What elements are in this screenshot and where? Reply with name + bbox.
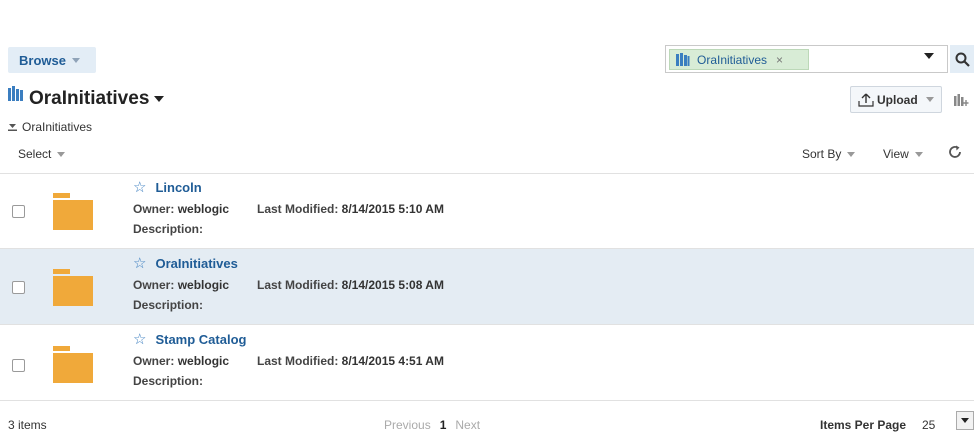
- items-per-page-dropdown[interactable]: [956, 411, 974, 430]
- refresh-icon[interactable]: [947, 144, 963, 160]
- sort-by-menu[interactable]: Sort By: [802, 147, 856, 161]
- folder-icon: [53, 269, 93, 306]
- view-menu[interactable]: View: [883, 147, 923, 161]
- chevron-down-icon: [71, 57, 80, 63]
- row-checkbox[interactable]: [12, 205, 25, 218]
- chevron-down-icon: [925, 97, 934, 102]
- current-page[interactable]: 1: [440, 418, 447, 432]
- item-link[interactable]: ☆ Stamp Catalog: [133, 332, 246, 347]
- divider: [0, 400, 974, 401]
- browse-label: Browse: [19, 52, 66, 68]
- item-name: Stamp Catalog: [155, 332, 247, 347]
- star-icon[interactable]: ☆: [133, 180, 146, 195]
- search-button[interactable]: [950, 45, 974, 73]
- description-field: Description:: [133, 374, 204, 388]
- search-scope-dropdown[interactable]: [924, 53, 934, 59]
- owner-field: Owner: weblogic: [133, 278, 230, 292]
- star-icon[interactable]: ☆: [133, 256, 146, 271]
- row-checkbox[interactable]: [12, 281, 25, 294]
- items-per-page-select[interactable]: 25: [922, 418, 935, 432]
- select-label: Select: [18, 147, 52, 161]
- chevron-down-icon: [961, 418, 969, 423]
- page-title[interactable]: OraInitiatives: [29, 88, 165, 110]
- owner-field: Owner: weblogic: [133, 202, 230, 216]
- library-icon: [8, 86, 23, 101]
- last-modified-field: Last Modified: 8/14/2015 5:10 AM: [257, 202, 444, 216]
- chevron-down-icon: [154, 96, 165, 102]
- browse-menu-button[interactable]: Browse: [8, 47, 96, 73]
- item-name: Lincoln: [155, 180, 202, 195]
- folder-icon: [53, 346, 93, 383]
- previous-page-link[interactable]: Previous: [384, 418, 431, 432]
- add-to-library-icon: [953, 93, 968, 106]
- breadcrumb: OraInitiatives: [8, 120, 92, 134]
- next-page-link[interactable]: Next: [455, 418, 480, 432]
- upload-label: Upload: [877, 92, 918, 107]
- description-field: Description:: [133, 298, 204, 312]
- chevron-down-icon: [914, 151, 923, 157]
- view-label: View: [883, 147, 909, 161]
- folder-icon: [53, 193, 93, 230]
- search-filter-chip[interactable]: OraInitiatives ×: [669, 49, 809, 70]
- description-field: Description:: [133, 222, 204, 236]
- page-title-text: OraInitiatives: [29, 88, 150, 109]
- item-name: OraInitiatives: [155, 256, 238, 271]
- search-chip-label: OraInitiatives: [697, 52, 768, 67]
- select-menu[interactable]: Select: [18, 147, 66, 161]
- close-icon[interactable]: ×: [776, 53, 783, 67]
- upload-icon: [858, 93, 874, 107]
- breadcrumb-item[interactable]: OraInitiatives: [22, 120, 92, 134]
- star-icon[interactable]: ☆: [133, 332, 146, 347]
- items-count: 3 items: [8, 418, 47, 432]
- item-link[interactable]: ☆ Lincoln: [133, 180, 202, 195]
- chevron-down-icon: [57, 151, 66, 157]
- collapse-arrow-icon[interactable]: [8, 123, 17, 132]
- folder-actions-button[interactable]: [949, 87, 973, 112]
- owner-field: Owner: weblogic: [133, 354, 230, 368]
- row-checkbox[interactable]: [12, 359, 25, 372]
- chevron-down-icon: [847, 151, 856, 157]
- pagination: Previous 1 Next: [384, 418, 480, 432]
- upload-button[interactable]: Upload: [850, 86, 942, 113]
- search-icon: [955, 52, 970, 67]
- item-link[interactable]: ☆ OraInitiatives: [133, 256, 238, 271]
- last-modified-field: Last Modified: 8/14/2015 5:08 AM: [257, 278, 444, 292]
- sort-label: Sort By: [802, 147, 842, 161]
- last-modified-field: Last Modified: 8/14/2015 4:51 AM: [257, 354, 444, 368]
- library-icon: [676, 53, 690, 66]
- items-per-page-label: Items Per Page: [820, 418, 907, 432]
